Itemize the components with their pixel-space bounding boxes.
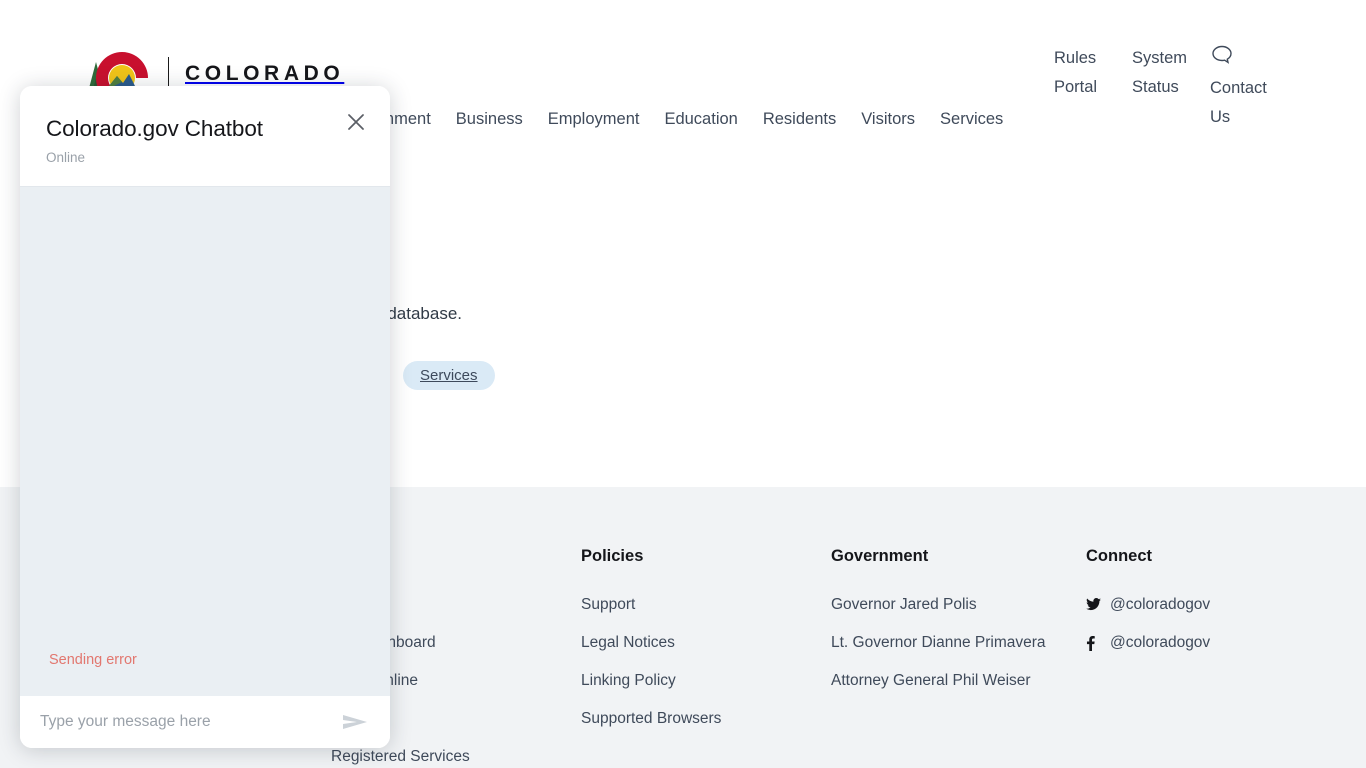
footer-link-legal-notices[interactable]: Legal Notices [581, 631, 811, 655]
util-item-contact-label: Contact Us [1210, 79, 1267, 126]
nav-item-visitors[interactable]: Visitors [861, 106, 915, 132]
utility-navigation: Rules Portal System Status Contact Us [1054, 44, 1280, 132]
footer-link-governor-polis[interactable]: Governor Jared Polis [831, 593, 1061, 617]
footer-column-title: Connect [1086, 547, 1152, 565]
chat-bubble-icon [1212, 45, 1232, 64]
chatbot-title: Colorado.gov Chatbot [46, 116, 263, 141]
chatbot-send-button[interactable] [340, 707, 374, 737]
nav-item-business[interactable]: Business [456, 106, 523, 132]
footer-link-twitter-label: @coloradogov [1110, 596, 1211, 613]
chatbot-close-button[interactable] [342, 108, 370, 136]
chatbot-header: Colorado.gov Chatbot Online [20, 86, 390, 186]
nav-item-residents[interactable]: Residents [763, 106, 836, 132]
footer-column-title: Policies [581, 547, 644, 565]
footer-link-facebook[interactable]: @coloradogov [1086, 631, 1316, 655]
nav-item-education[interactable]: Education [664, 106, 737, 132]
chatbot-message-input[interactable] [36, 713, 340, 731]
brand-wordmark: COLORADO [185, 62, 345, 85]
util-item-contact-us[interactable]: Contact Us [1210, 44, 1280, 132]
chatbot-status: Online [46, 150, 86, 165]
close-icon [348, 114, 364, 130]
util-item-rules-portal[interactable]: Rules Portal [1054, 44, 1116, 102]
nav-item-services[interactable]: Services [940, 106, 1003, 132]
page-root: COLORADO Government Business Employment … [0, 0, 1366, 768]
twitter-icon [1086, 593, 1101, 611]
footer-link-twitter[interactable]: @coloradogov [1086, 593, 1316, 617]
chatbot-message-list[interactable]: Sending error [20, 186, 390, 696]
footer-link-facebook-label: @coloradogov [1110, 634, 1211, 651]
footer-column-policies: Policies Support Legal Notices Linking P… [581, 546, 811, 745]
facebook-icon [1086, 631, 1101, 651]
category-tag-services[interactable]: Services [403, 361, 495, 390]
footer-column-government: Government Governor Jared Polis Lt. Gove… [831, 546, 1061, 707]
footer-link-support[interactable]: Support [581, 593, 811, 617]
footer-link-registered-services[interactable]: Registered Services [331, 745, 561, 768]
footer-link-lt-governor-primavera[interactable]: Lt. Governor Dianne Primavera [831, 631, 1061, 655]
util-item-system-status[interactable]: System Status [1132, 44, 1194, 102]
footer-link-supported-browsers[interactable]: Supported Browsers [581, 707, 811, 731]
footer-column-title: Government [831, 547, 929, 565]
footer-link-attorney-general-weiser[interactable]: Attorney General Phil Weiser [831, 669, 1061, 693]
footer-column-connect: Connect @coloradogov @coloradogov [1086, 546, 1316, 669]
main-navigation: Government Business Employment Education… [340, 106, 1003, 132]
footer-link-linking-policy[interactable]: Linking Policy [581, 669, 811, 693]
nav-item-employment[interactable]: Employment [548, 106, 640, 132]
chatbot-error-message: Sending error [49, 652, 137, 668]
chatbot-input-bar [20, 696, 390, 748]
send-icon [343, 715, 367, 729]
chatbot-widget: Colorado.gov Chatbot Online Sending erro… [20, 86, 390, 748]
